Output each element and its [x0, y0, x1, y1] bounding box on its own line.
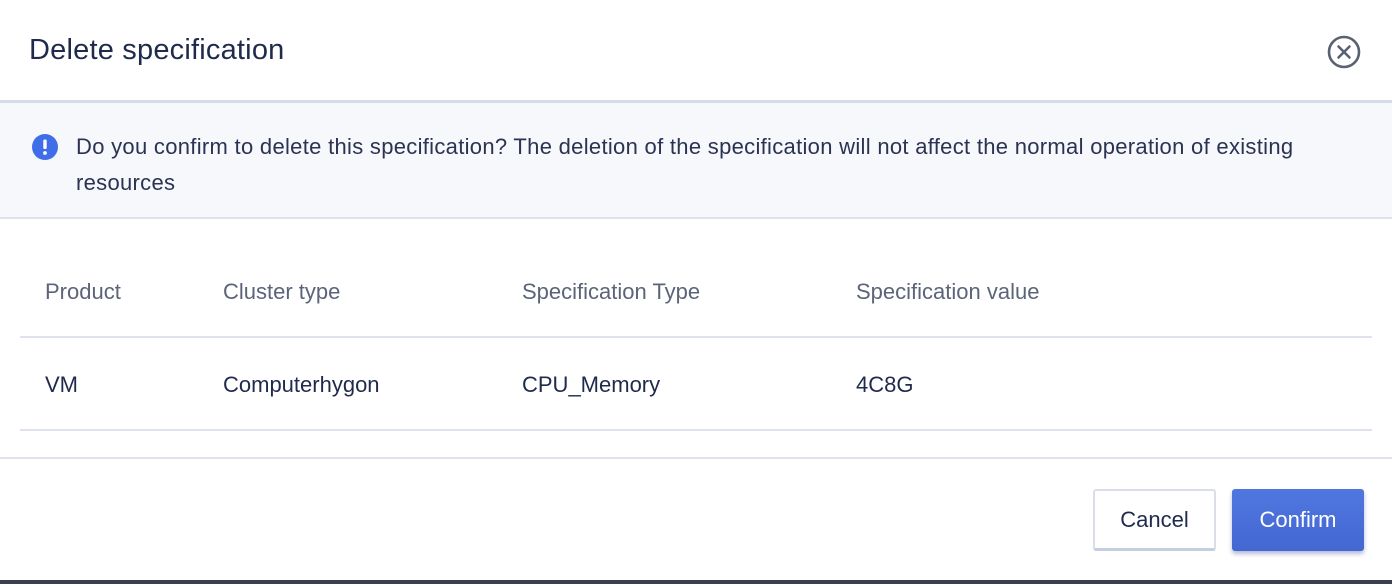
confirm-button[interactable]: Confirm: [1232, 489, 1364, 551]
notice-text: Do you confirm to delete this specificat…: [76, 134, 1294, 195]
table-row: VM Computerhygon CPU_Memory 4C8G: [20, 338, 1372, 431]
cancel-button[interactable]: Cancel: [1093, 489, 1216, 551]
warning-notice: Do you confirm to delete this specificat…: [0, 103, 1392, 219]
cell-specification-value: 4C8G: [856, 372, 914, 397]
column-header-specification-value: Specification value: [856, 279, 1040, 304]
column-header-product: Product: [45, 279, 121, 304]
footer-divider: [0, 457, 1392, 459]
cell-specification-type: CPU_Memory: [522, 372, 661, 397]
dialog-header: Delete specification: [0, 0, 1392, 103]
dialog-title: Delete specification: [29, 34, 285, 66]
column-header-specification-type: Specification Type: [522, 279, 701, 304]
column-header-cluster-type: Cluster type: [223, 279, 341, 304]
cell-cluster-type: Computerhygon: [223, 372, 380, 397]
specification-table: Product Cluster type Specification Type …: [20, 245, 1372, 431]
cell-product: VM: [45, 372, 78, 397]
delete-specification-dialog: Delete specification Do you confirm to d…: [0, 0, 1392, 584]
window-bottom-edge: [0, 580, 1392, 584]
info-icon: [32, 134, 58, 160]
table-header-row: Product Cluster type Specification Type …: [20, 245, 1372, 338]
close-circle-icon: [1327, 35, 1361, 69]
close-button[interactable]: [1326, 34, 1362, 70]
